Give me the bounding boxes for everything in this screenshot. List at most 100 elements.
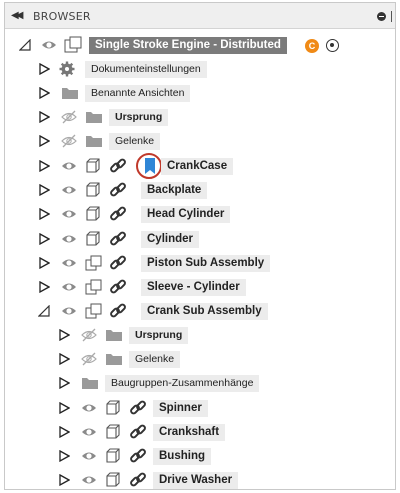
tree-item-label[interactable]: Ursprung	[129, 327, 189, 344]
tree-item-label[interactable]: Crankshaft	[153, 424, 226, 441]
tree-item-row[interactable]: Sleeve - Cylinder	[5, 275, 395, 299]
panel-edge-handle[interactable]	[391, 11, 392, 22]
folder-icon	[85, 133, 103, 154]
collapsed-triangle-icon[interactable]	[58, 474, 70, 486]
eye-icon[interactable]	[81, 424, 97, 445]
capture-badge-icon: C	[305, 39, 319, 53]
tree-item-row[interactable]: Baugruppen-Zusammenhänge	[5, 371, 395, 395]
eye-icon[interactable]	[61, 206, 77, 227]
minimize-icon[interactable]	[377, 12, 386, 21]
gear-icon	[59, 61, 75, 82]
tree-item-label[interactable]: Spinner	[153, 400, 208, 417]
tree-item-row[interactable]: CrankCase	[5, 153, 395, 179]
tree-item-label[interactable]: Gelenke	[109, 133, 161, 150]
component-icon	[105, 448, 121, 469]
collapsed-triangle-icon[interactable]	[58, 450, 70, 462]
tree-item-row[interactable]: Gelenke	[5, 347, 395, 371]
tree-item-row[interactable]: Benannte Ansichten	[5, 81, 395, 105]
tree-item-label[interactable]: Benannte Ansichten	[85, 85, 191, 102]
double-chevron-left-icon[interactable]: ◀◀	[11, 9, 25, 23]
collapsed-triangle-icon[interactable]	[38, 111, 50, 123]
eye-icon[interactable]	[81, 472, 97, 493]
eye-hidden-icon[interactable]	[81, 327, 97, 348]
eye-icon[interactable]	[61, 303, 77, 324]
collapsed-triangle-icon[interactable]	[38, 160, 50, 172]
expanded-triangle-icon[interactable]	[38, 305, 50, 317]
tree-item-label[interactable]: Dokumenteinstellungen	[85, 61, 207, 78]
eye-icon[interactable]	[61, 182, 77, 203]
tree-item-label[interactable]: Baugruppen-Zusammenhänge	[105, 375, 260, 392]
collapsed-triangle-icon[interactable]	[38, 184, 50, 196]
tree-item-label[interactable]: Sleeve - Cylinder	[141, 279, 246, 296]
tree-item-row[interactable]: Piston Sub Assembly	[5, 251, 395, 275]
collapsed-triangle-icon[interactable]	[58, 402, 70, 414]
folder-icon	[61, 85, 79, 106]
tree-item-label[interactable]: Crank Sub Assembly	[141, 303, 268, 320]
tree-item-row[interactable]: Ursprung	[5, 323, 395, 347]
tree-item-row[interactable]: Ursprung	[5, 105, 395, 129]
tree-item-label[interactable]: Ursprung	[109, 109, 169, 126]
tree-item-label[interactable]: Drive Washer	[153, 472, 239, 489]
root-label[interactable]: Single Stroke Engine - Distributed	[89, 37, 287, 54]
assembly-icon	[85, 303, 103, 324]
collapsed-triangle-icon[interactable]	[38, 87, 50, 99]
link-icon	[129, 471, 147, 493]
tree-item-label[interactable]: Head Cylinder	[141, 206, 231, 223]
collapsed-triangle-icon[interactable]	[38, 208, 50, 220]
collapsed-triangle-icon[interactable]	[58, 426, 70, 438]
eye-icon[interactable]	[61, 255, 77, 276]
link-icon	[109, 230, 127, 253]
collapsed-triangle-icon[interactable]	[38, 63, 50, 75]
eye-icon[interactable]	[41, 37, 57, 58]
link-icon	[129, 447, 147, 470]
collapsed-triangle-icon[interactable]	[58, 377, 70, 389]
eye-hidden-icon[interactable]	[61, 109, 77, 130]
link-icon	[109, 205, 127, 228]
tree-root-row[interactable]: Single Stroke Engine - Distributed C	[5, 33, 395, 57]
assembly-icon	[85, 255, 103, 276]
tree-item-row[interactable]: Gelenke	[5, 129, 395, 153]
tree-item-row[interactable]: Crankshaft	[5, 420, 395, 444]
folder-icon	[81, 375, 99, 396]
tree-item-label[interactable]: Cylinder	[141, 231, 200, 248]
browser-panel: ◀◀ BROWSER Single Stroke Engine - Distri…	[4, 2, 396, 490]
eye-icon[interactable]	[61, 231, 77, 252]
eye-icon[interactable]	[81, 448, 97, 469]
activate-radio-icon[interactable]	[326, 39, 339, 52]
eye-hidden-icon[interactable]	[61, 133, 77, 154]
component-icon	[85, 182, 101, 203]
expanded-triangle-icon[interactable]	[19, 39, 31, 51]
collapsed-triangle-icon[interactable]	[38, 135, 50, 147]
collapsed-triangle-icon[interactable]	[38, 281, 50, 293]
eye-icon[interactable]	[61, 158, 77, 179]
tree-item-label[interactable]: CrankCase	[161, 158, 234, 175]
tree-item-row[interactable]: Head Cylinder	[5, 202, 395, 226]
tree-item-label[interactable]: Gelenke	[129, 351, 181, 368]
browser-header: ◀◀ BROWSER	[5, 3, 395, 29]
collapsed-triangle-icon[interactable]	[38, 257, 50, 269]
tree-item-row[interactable]: Bushing	[5, 444, 395, 468]
tree-item-row[interactable]: Cylinder	[5, 227, 395, 251]
collapsed-triangle-icon[interactable]	[58, 329, 70, 341]
tree-item-row[interactable]: Spinner	[5, 396, 395, 420]
collapsed-triangle-icon[interactable]	[58, 353, 70, 365]
link-icon	[109, 254, 127, 277]
collapsed-triangle-icon[interactable]	[38, 233, 50, 245]
component-icon	[85, 158, 101, 179]
tree-item-label[interactable]: Bushing	[153, 448, 211, 465]
eye-icon[interactable]	[81, 400, 97, 421]
component-icon	[105, 424, 121, 445]
tree-item-row[interactable]: Crank Sub Assembly	[5, 299, 395, 323]
tree-item-row[interactable]: Backplate	[5, 178, 395, 202]
tree-item-row[interactable]: Drive Washer	[5, 468, 395, 492]
eye-icon[interactable]	[61, 279, 77, 300]
component-icon	[105, 400, 121, 421]
browser-title: BROWSER	[33, 10, 91, 23]
folder-icon	[85, 109, 103, 130]
component-icon	[105, 472, 121, 493]
assembly-icon	[85, 279, 103, 300]
tree-item-label[interactable]: Backplate	[141, 182, 208, 199]
tree-item-row[interactable]: Dokumenteinstellungen	[5, 57, 395, 81]
tree-item-label[interactable]: Piston Sub Assembly	[141, 255, 271, 272]
eye-hidden-icon[interactable]	[81, 351, 97, 372]
